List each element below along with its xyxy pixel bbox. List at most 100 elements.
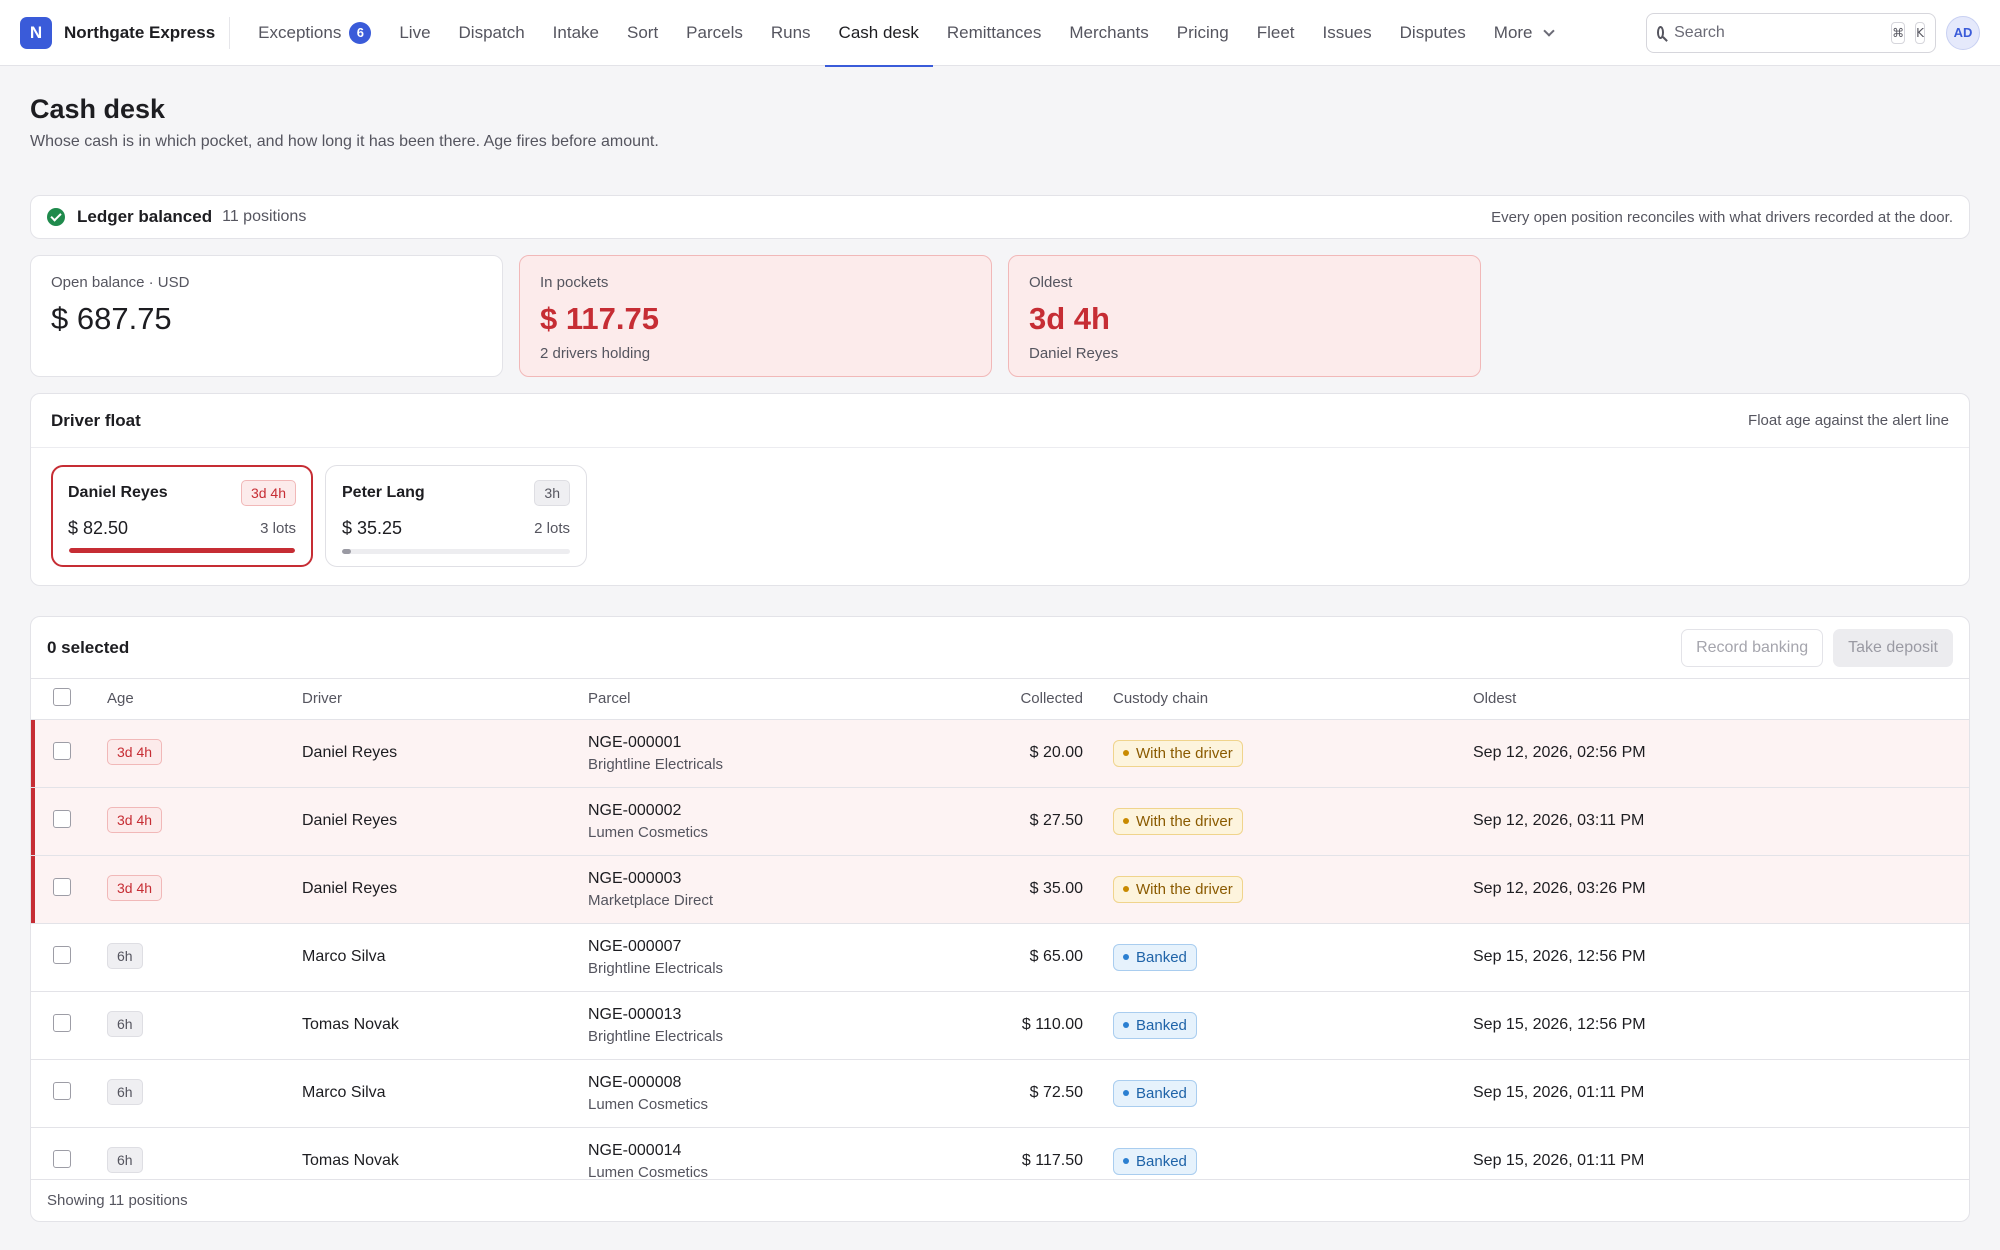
nav-item-sort[interactable]: Sort [613, 0, 672, 66]
age-cell: 3d 4h [107, 855, 302, 924]
row-checkbox[interactable] [53, 1013, 71, 1032]
row-select-cell [31, 719, 107, 788]
driver-float-amount: $ 35.25 [342, 518, 403, 538]
select-all-checkbox[interactable] [53, 687, 71, 706]
nav-item-disputes[interactable]: Disputes [1386, 0, 1480, 66]
search-input[interactable] [1674, 23, 1882, 42]
status-dot-icon [1123, 818, 1129, 824]
custody-status-label: With the driver [1136, 880, 1233, 898]
header-oldest[interactable]: Oldest [1473, 679, 1969, 720]
custody-status-badge: With the driver [1113, 807, 1243, 835]
header-parcel[interactable]: Parcel [588, 679, 968, 720]
table-row[interactable]: 3d 4h Daniel Reyes NGE-000001 Brightline El… [31, 719, 1969, 788]
custody-cell: Banked [1113, 1059, 1473, 1128]
table-row[interactable]: 6h Tomas Novak NGE-000014 Lumen Cosmetics $ … [31, 1127, 1969, 1179]
nav-item-label: Issues [1322, 22, 1372, 42]
parcel-id[interactable]: NGE-000014 [588, 1142, 968, 1160]
nav-item-live[interactable]: Live [385, 0, 444, 66]
parcel-id[interactable]: NGE-000008 [588, 1074, 968, 1092]
nav-more-menu[interactable]: More [1480, 0, 1567, 66]
table-row[interactable]: 6h Marco Silva NGE-000008 Lumen Cosmetics $ … [31, 1059, 1969, 1128]
nav-item-remittances[interactable]: Remittances [933, 0, 1055, 66]
driver-float-title: Driver float [51, 410, 141, 430]
stat-value: $ 117.75 [540, 301, 659, 336]
status-dot-icon [1123, 886, 1129, 892]
nav-item-pricing[interactable]: Pricing [1163, 0, 1243, 66]
status-dot-icon [1123, 954, 1129, 960]
nav-item-cash-desk[interactable]: Cash desk [824, 0, 934, 67]
row-checkbox[interactable] [53, 877, 71, 896]
nav-item-fleet[interactable]: Fleet [1243, 0, 1309, 66]
header-driver[interactable]: Driver [302, 679, 588, 720]
user-avatar[interactable]: AD [1946, 15, 1980, 50]
parcel-cell: NGE-000013 Brightline Electricals [588, 991, 968, 1060]
age-badge: 3d 4h [107, 739, 163, 765]
table-row[interactable]: 6h Marco Silva NGE-000007 Brightline Electr… [31, 923, 1969, 992]
nav-item-label: Fleet [1256, 22, 1295, 42]
parcel-id[interactable]: NGE-000007 [588, 938, 968, 956]
page-title: Cash desk [30, 94, 166, 124]
table-row[interactable]: 6h Tomas Novak NGE-000013 Brightline Electr… [31, 991, 1969, 1060]
parcel-id[interactable]: NGE-000001 [588, 734, 968, 752]
parcel-cell: NGE-000001 Brightline Electricals [588, 719, 968, 788]
nav-item-label: Pricing [1176, 22, 1229, 42]
row-checkbox[interactable] [53, 945, 71, 964]
driver-float-item[interactable]: Daniel Reyes 3d 4h $ 82.50 3 lots [51, 465, 313, 567]
custody-cell: With the driver [1113, 787, 1473, 856]
status-dot-icon [1123, 750, 1129, 756]
take-deposit-button[interactable]: Take deposit [1833, 628, 1953, 667]
brand[interactable]: N Northgate Express [20, 16, 231, 49]
header-custody-chain[interactable]: Custody chain [1113, 679, 1473, 720]
custody-status-badge: With the driver [1113, 739, 1243, 767]
stat-label: Oldest [1029, 274, 1073, 291]
parcel-id[interactable]: NGE-000002 [588, 802, 968, 820]
header-collected[interactable]: Collected [968, 679, 1113, 720]
parcel-cell: NGE-000008 Lumen Cosmetics [588, 1059, 968, 1128]
driver-float-header: Driver float Float age against the alert… [31, 394, 1969, 448]
driver-float-item[interactable]: Peter Lang 3h $ 35.25 2 lots [325, 465, 587, 567]
row-checkbox[interactable] [53, 1149, 71, 1168]
table-footer: Showing 11 positions [31, 1179, 1969, 1221]
nav-item-issues[interactable]: Issues [1309, 0, 1386, 66]
custody-status-badge: Banked [1113, 943, 1197, 971]
table-row[interactable]: 3d 4h Daniel Reyes NGE-000002 Lumen Cosmeti… [31, 787, 1969, 856]
row-checkbox[interactable] [53, 809, 71, 828]
nav-item-dispatch[interactable]: Dispatch [445, 0, 539, 66]
oldest-cell: Sep 15, 2026, 01:11 PM [1473, 1059, 1969, 1128]
custody-cell: Banked [1113, 1127, 1473, 1179]
main-nav: Exceptions 6 Live Dispatch Intake Sort Parcels… [244, 0, 1567, 67]
record-banking-button[interactable]: Record banking [1681, 628, 1824, 667]
search-icon [1657, 26, 1665, 39]
nav-item-label: Exceptions [258, 22, 342, 42]
float-age-bar-fill [69, 548, 295, 553]
parcel-cell: NGE-000003 Marketplace Direct [588, 855, 968, 924]
nav-item-merchants[interactable]: Merchants [1055, 0, 1162, 66]
parcel-merchant: Brightline Electricals [588, 1027, 724, 1045]
row-select-cell [31, 923, 107, 992]
nav-item-runs[interactable]: Runs [757, 0, 825, 66]
driver-cell: Marco Silva [302, 1059, 588, 1128]
nav-item-label: Merchants [1069, 22, 1149, 42]
table-scroll-area[interactable]: Age Driver Parcel Collected Custody chai… [31, 679, 1969, 1179]
row-checkbox[interactable] [53, 1081, 71, 1100]
stat-label: In pockets [540, 274, 609, 291]
header-age[interactable]: Age [107, 679, 302, 720]
select-all-cell [31, 679, 107, 720]
row-checkbox[interactable] [53, 741, 71, 760]
age-cell: 6h [107, 1127, 302, 1179]
age-cell: 6h [107, 991, 302, 1060]
stat-card: Open balance · USD $ 687.75 [30, 255, 503, 377]
table-row[interactable]: 3d 4h Daniel Reyes NGE-000003 Marketplace D… [31, 855, 1969, 924]
nav-item-parcels[interactable]: Parcels [672, 0, 757, 66]
age-badge: 6h [107, 1079, 143, 1105]
parcel-id[interactable]: NGE-000003 [588, 870, 968, 888]
parcel-id[interactable]: NGE-000013 [588, 1006, 968, 1024]
collected-cell: $ 20.00 [968, 719, 1113, 788]
nav-item-intake[interactable]: Intake [539, 0, 613, 66]
nav-item-exceptions[interactable]: Exceptions 6 [244, 0, 385, 66]
age-cell: 3d 4h [107, 787, 302, 856]
stat-card: Oldest 3d 4h Daniel Reyes [1008, 255, 1481, 377]
search-box[interactable]: ⌘ K [1646, 12, 1936, 53]
stat-value: $ 687.75 [51, 301, 172, 336]
custody-cell: Banked [1113, 923, 1473, 992]
